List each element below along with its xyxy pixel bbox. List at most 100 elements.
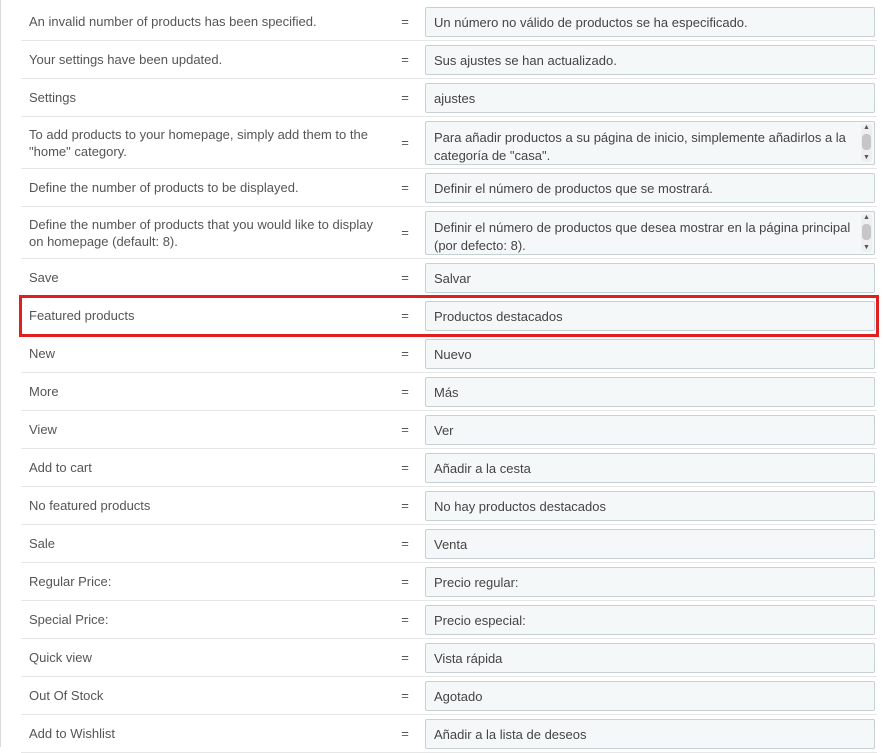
translation-input[interactable]: No hay productos destacados — [425, 491, 875, 521]
equals-separator: = — [401, 14, 409, 29]
translation-row: An invalid number of products has been s… — [21, 3, 877, 41]
translation-input[interactable]: Sus ajustes se han actualizado. — [425, 45, 875, 75]
scroll-up-icon[interactable]: ▲ — [861, 214, 872, 222]
translation-input[interactable]: Un número no válido de productos se ha e… — [425, 7, 875, 37]
source-string-label: View — [29, 422, 57, 437]
translation-row: Add to Wishlist = Añadir a la lista de des… — [21, 715, 877, 753]
translation-value: Sus ajustes se han actualizado. — [434, 52, 617, 68]
translation-value: Más — [434, 384, 459, 400]
translation-value: Añadir a la lista de deseos — [434, 726, 587, 742]
equals-separator: = — [401, 52, 409, 67]
equals-separator: = — [401, 422, 409, 437]
translation-input[interactable]: Ver — [425, 415, 875, 445]
translation-textarea[interactable]: Definir el número de productos que desea… — [425, 211, 875, 255]
translation-value: Salvar — [434, 270, 471, 286]
translation-row: Your settings have been updated. = Sus aju… — [21, 41, 877, 79]
source-string-label: New — [29, 346, 56, 361]
translation-row: Out Of Stock = Agotado — [21, 677, 877, 715]
equals-separator: = — [401, 726, 409, 741]
translation-row: Quick view = Vista rápida — [21, 639, 877, 677]
translation-input[interactable]: Más — [425, 377, 875, 407]
translation-row: Save = Salvar — [21, 259, 877, 297]
source-string-label: Out Of Stock — [29, 688, 104, 703]
translation-textarea[interactable]: Para añadir productos a su página de ini… — [425, 121, 875, 165]
translation-input[interactable]: Precio regular: — [425, 567, 875, 597]
source-string-label: Featured products — [29, 308, 135, 323]
translation-value: Añadir a la cesta — [434, 460, 531, 476]
equals-separator: = — [401, 135, 409, 150]
equals-separator: = — [401, 225, 409, 240]
equals-separator: = — [401, 384, 409, 399]
translation-value: Venta — [434, 536, 468, 552]
scroll-down-icon[interactable]: ▼ — [861, 244, 872, 252]
source-string-label: Define the number of products that you w… — [29, 216, 373, 249]
source-string-label: Your settings have been updated. — [29, 52, 223, 67]
translation-input[interactable]: Añadir a la lista de deseos — [425, 719, 875, 749]
scroll-thumb[interactable] — [862, 134, 871, 150]
translation-input[interactable]: Añadir a la cesta — [425, 453, 875, 483]
translation-value: Precio especial: — [434, 612, 526, 628]
equals-separator: = — [401, 498, 409, 513]
translation-value: No hay productos destacados — [434, 498, 606, 514]
translation-input[interactable]: Nuevo — [425, 339, 875, 369]
source-string-label: Save — [29, 270, 59, 285]
source-string-label: Regular Price: — [29, 574, 112, 589]
equals-separator: = — [401, 180, 409, 195]
translation-row: View = Ver — [21, 411, 877, 449]
translation-value: Precio regular: — [434, 574, 519, 590]
source-string-label: To add products to your homepage, simply… — [29, 126, 368, 159]
translation-row: To add products to your homepage, simply… — [21, 117, 877, 169]
equals-separator: = — [401, 270, 409, 285]
source-string-label: Sale — [29, 536, 56, 551]
scroll-down-icon[interactable]: ▼ — [861, 154, 872, 162]
source-string-label: Special Price: — [29, 612, 109, 627]
translation-list: An invalid number of products has been s… — [19, 3, 881, 753]
translation-value: Para añadir productos a su página de ini… — [434, 130, 846, 163]
source-string-label: Define the number of products to be disp… — [29, 180, 299, 195]
equals-separator: = — [401, 90, 409, 105]
translation-row: New = Nuevo — [21, 335, 877, 373]
equals-separator: = — [401, 650, 409, 665]
translation-row: No featured products = No hay productos de… — [21, 487, 877, 525]
translation-input[interactable]: Salvar — [425, 263, 875, 293]
translation-input[interactable]: Precio especial: — [425, 605, 875, 635]
translation-value: Definir el número de productos que desea… — [434, 220, 851, 253]
equals-separator: = — [401, 460, 409, 475]
translation-input[interactable]: Venta — [425, 529, 875, 559]
equals-separator: = — [401, 612, 409, 627]
source-string-label: Quick view — [29, 650, 92, 665]
translation-row: More = Más — [21, 373, 877, 411]
translation-input[interactable]: Agotado — [425, 681, 875, 711]
source-string-label: No featured products — [29, 498, 151, 513]
equals-separator: = — [401, 346, 409, 361]
translation-row: Special Price: = Precio especial: — [21, 601, 877, 639]
textarea-scrollbar[interactable]: ▲ ▼ — [861, 124, 872, 162]
equals-separator: = — [401, 308, 409, 323]
translation-value: Agotado — [434, 688, 483, 704]
translation-row: Featured products = Productos destacados — [19, 295, 879, 337]
translation-value: Definir el número de productos que se mo… — [434, 180, 713, 196]
equals-separator: = — [401, 574, 409, 589]
translation-input[interactable]: Productos destacados — [425, 301, 875, 331]
translation-value: ajustes — [434, 90, 476, 106]
translation-panel: An invalid number of products has been s… — [0, 0, 883, 753]
source-string-label: Add to cart — [29, 460, 92, 475]
translation-row: Regular Price: = Precio regular: — [21, 563, 877, 601]
scroll-thumb[interactable] — [862, 224, 871, 240]
translation-input[interactable]: ajustes — [425, 83, 875, 113]
scroll-up-icon[interactable]: ▲ — [861, 124, 872, 132]
equals-separator: = — [401, 688, 409, 703]
source-string-label: Settings — [29, 90, 76, 105]
translation-row: Define the number of products to be disp… — [21, 169, 877, 207]
equals-separator: = — [401, 536, 409, 551]
translation-row: Sale = Venta — [21, 525, 877, 563]
translation-row: Add to cart = Añadir a la cesta — [21, 449, 877, 487]
translation-row: Define the number of products that you w… — [21, 207, 877, 259]
translation-row: Settings = ajustes — [21, 79, 877, 117]
translation-value: Vista rápida — [434, 650, 503, 666]
textarea-scrollbar[interactable]: ▲ ▼ — [861, 214, 872, 252]
translation-input[interactable]: Definir el número de productos que se mo… — [425, 173, 875, 203]
translation-input[interactable]: Vista rápida — [425, 643, 875, 673]
translation-value: Un número no válido de productos se ha e… — [434, 14, 748, 30]
source-string-label: More — [29, 384, 59, 399]
